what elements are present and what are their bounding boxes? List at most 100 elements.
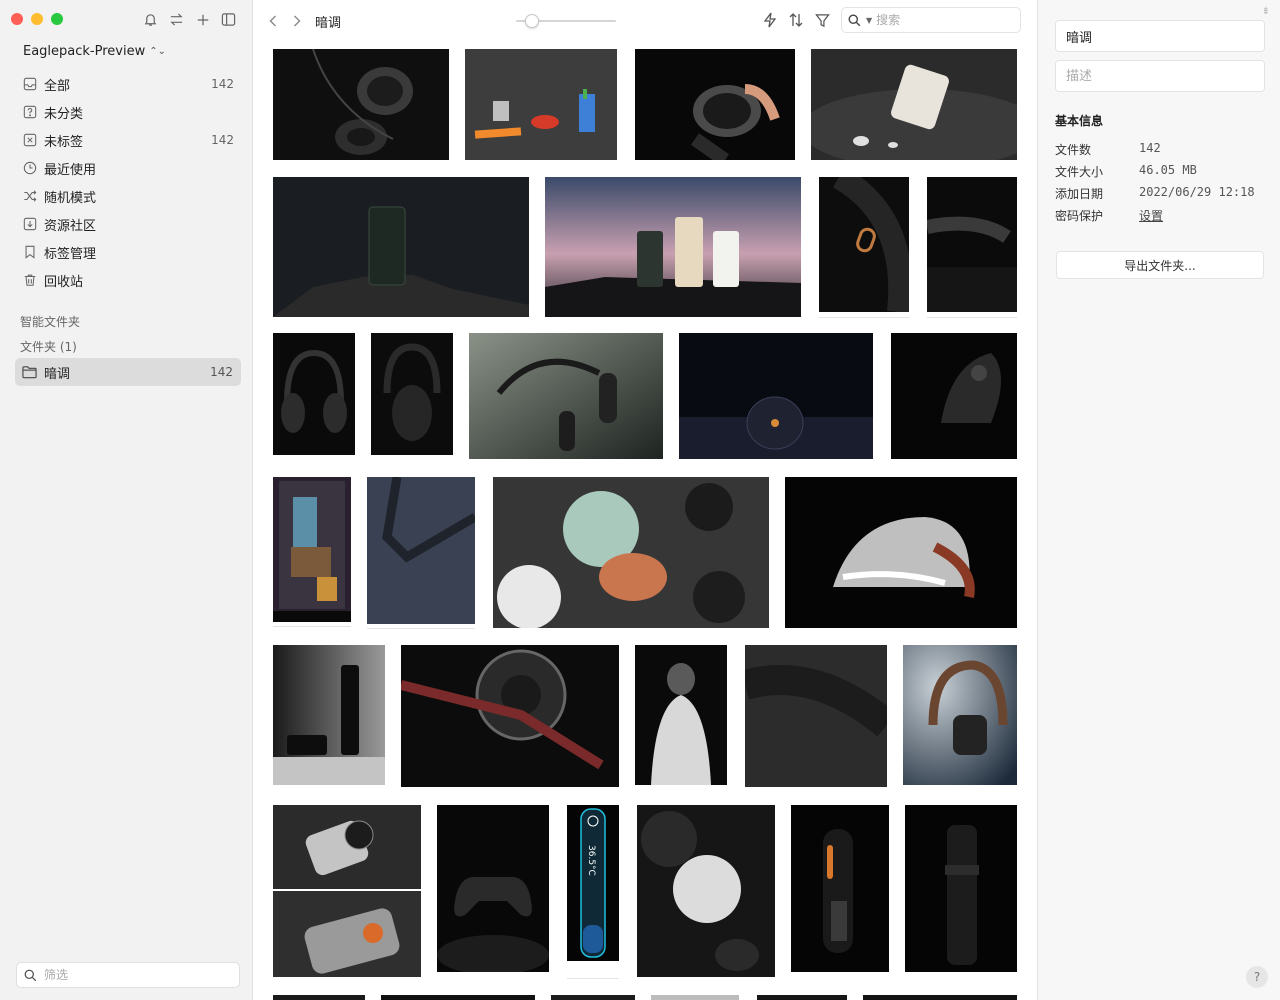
zoom-window-button[interactable] — [51, 13, 63, 25]
sidebar-item-untagged[interactable]: 未标签 142 — [16, 126, 242, 154]
image-grid: 36.5°C — [254, 0, 1037, 1000]
thumbnail-dark-detail-1[interactable] — [819, 177, 909, 312]
close-window-button[interactable] — [11, 13, 23, 25]
thumbnail-phones-sunset[interactable] — [545, 177, 801, 317]
thumbnail-bike-gears[interactable] — [401, 645, 619, 787]
description-input[interactable] — [1066, 68, 1256, 84]
shuffle-icon — [22, 188, 38, 204]
export-folder-button[interactable]: 导出文件夹... — [1056, 251, 1264, 279]
forward-icon[interactable] — [290, 12, 304, 30]
resize-handle-icon[interactable]: ⇟ — [1262, 6, 1270, 17]
bell-icon[interactable] — [142, 11, 159, 28]
minimize-window-button[interactable] — [31, 13, 43, 25]
image-bottle — [273, 645, 385, 785]
sidebar-item-tags[interactable]: 标签管理 — [16, 238, 242, 266]
thumbnail-partial[interactable] — [381, 995, 535, 1000]
chevron-down-icon[interactable]: ▼ — [866, 16, 872, 25]
thumbnail-partial[interactable] — [551, 995, 635, 1000]
thumbnail-bike-frame[interactable] — [367, 477, 475, 624]
sidebar-item-community[interactable]: 资源社区 — [16, 210, 242, 238]
thumbnail-controller-dark[interactable] — [891, 333, 1017, 459]
thumbnail-marshall-headphones[interactable] — [903, 645, 1017, 785]
image-headphones-sony — [371, 333, 453, 455]
thumbnail-camera[interactable] — [273, 805, 421, 977]
filter-icon[interactable] — [814, 11, 830, 29]
folder-name-input[interactable] — [1066, 28, 1256, 44]
sync-icon[interactable] — [168, 11, 185, 28]
thumbnail-gamepad[interactable] — [437, 805, 549, 972]
thumbnail-phone-sand[interactable] — [811, 49, 1017, 160]
smart-folders-header[interactable]: 智能文件夹 — [20, 313, 80, 330]
help-button[interactable]: ? — [1246, 966, 1268, 988]
thumbnail-cloaked-figure[interactable] — [635, 645, 727, 785]
thumbnail-caption-line — [819, 317, 909, 318]
thumbnail-phone-rocks[interactable] — [273, 177, 529, 317]
search-icon — [848, 14, 866, 27]
thumbnail-thermometer[interactable]: 36.5°C — [567, 805, 619, 961]
thumbnail-dark-strap[interactable] — [745, 645, 887, 787]
image-gamepad — [437, 805, 549, 972]
thumbnail-headphones-sony[interactable] — [371, 333, 453, 455]
thumbnail-partial[interactable] — [651, 995, 739, 1000]
thumbnail-bottle[interactable] — [273, 645, 385, 785]
sidebar-toolbar — [142, 11, 237, 28]
folders-header[interactable]: 文件夹 (1) — [20, 338, 77, 355]
description-field[interactable] — [1055, 60, 1265, 92]
thumbnail-dark-detail-2[interactable] — [927, 177, 1017, 312]
info-row-file-count: 文件数 142 — [1055, 141, 1161, 158]
search-input[interactable] — [876, 13, 1007, 27]
item-count: 142 — [211, 77, 234, 91]
folder-item-dark[interactable]: 暗调 142 — [15, 358, 241, 386]
sidebar-item-label: 全部 — [44, 78, 71, 94]
image-google-speaker — [493, 477, 769, 628]
thumbnail-watch[interactable] — [635, 49, 795, 160]
thumbnail-google-speaker[interactable] — [493, 477, 769, 628]
filter-input[interactable] — [44, 968, 224, 982]
back-icon[interactable] — [266, 12, 280, 30]
sidebar-item-label: 最近使用 — [44, 162, 97, 178]
sort-icon[interactable] — [788, 11, 804, 29]
set-password-link[interactable]: 设置 — [1139, 207, 1163, 224]
thumbnail-earphones[interactable] — [273, 49, 449, 160]
folder-name-field[interactable] — [1055, 20, 1265, 52]
search-field[interactable]: ▼ — [841, 7, 1021, 33]
thumbnail-headphones-1[interactable] — [273, 333, 355, 455]
thumbnail-device-orange[interactable] — [791, 805, 889, 972]
library-switcher[interactable]: Eaglepack-Preview ⌃⌄ — [23, 44, 166, 59]
filter-field[interactable] — [16, 962, 240, 988]
toolbar-actions — [762, 11, 830, 29]
tag-off-icon — [22, 132, 38, 148]
add-icon[interactable] — [194, 11, 211, 28]
thumbnail-google-earbuds[interactable] — [637, 805, 775, 977]
image-watch — [635, 49, 795, 160]
image-marshall-headphones — [903, 645, 1017, 785]
lightning-icon[interactable] — [762, 11, 778, 29]
sidebar-item-uncategorized[interactable]: 未分类 — [16, 98, 242, 126]
sidebar-item-trash[interactable]: 回收站 — [16, 266, 242, 294]
thumbnail-speaker-dark[interactable] — [679, 333, 873, 459]
thumbnail-deathloop-poster[interactable] — [273, 477, 351, 622]
sidebar-item-recent[interactable]: 最近使用 — [16, 154, 242, 182]
thumbnail-headset-mic[interactable] — [469, 333, 663, 459]
sidebar-toggle-icon[interactable] — [220, 11, 237, 28]
thumbnail-partial[interactable] — [273, 995, 365, 1000]
thumbnail-helmet[interactable] — [785, 477, 1017, 628]
sidebar-nav: 全部 142 未分类 未标签 142 最近使用 随机模式 资源社区 标签管理 回… — [16, 70, 242, 294]
thumbnail-partial[interactable] — [757, 995, 847, 1000]
sidebar-item-random[interactable]: 随机模式 — [16, 182, 242, 210]
inbox-icon — [22, 76, 38, 92]
thumbnail-partial[interactable] — [863, 995, 1017, 1000]
sidebar-item-label: 未标签 — [44, 134, 84, 150]
thumbnail-colorful-objects[interactable] — [465, 49, 617, 160]
thumbnail-black-cylinder[interactable] — [905, 805, 1017, 972]
chevron-updown-icon: ⌃⌄ — [149, 46, 166, 57]
sidebar-item-all[interactable]: 全部 142 — [16, 70, 242, 98]
zoom-slider-handle[interactable] — [524, 14, 539, 28]
folder-icon — [22, 364, 38, 380]
search-icon — [24, 968, 38, 982]
image-speaker-dark — [679, 333, 873, 459]
image-phone-sand — [811, 49, 1017, 160]
zoom-slider[interactable] — [516, 14, 616, 28]
folder-count: 142 — [210, 365, 233, 379]
info-value: 2022/06/29 12:18 — [1139, 185, 1255, 199]
